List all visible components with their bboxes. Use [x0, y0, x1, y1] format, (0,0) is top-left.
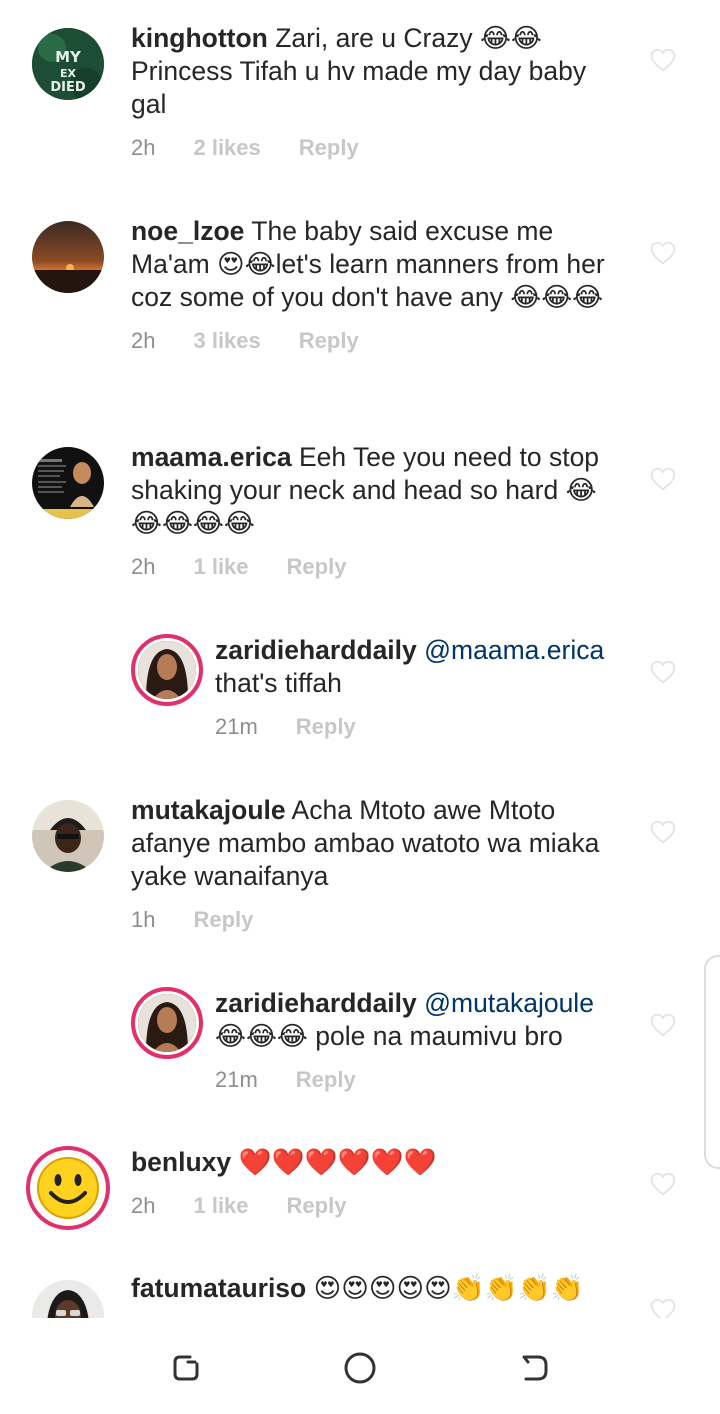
avatar[interactable]: [131, 634, 203, 706]
avatar[interactable]: [131, 987, 203, 1059]
comment-username[interactable]: benluxy: [131, 1147, 231, 1177]
comment-meta: 2h 2 likes Reply: [131, 135, 610, 165]
comment-likes[interactable]: 3 likes: [193, 328, 260, 354]
comment-username[interactable]: fatumatauriso: [131, 1273, 306, 1303]
svg-text:EX: EX: [60, 67, 77, 80]
comment-username[interactable]: mutakajoule: [131, 795, 286, 825]
comment-time: 21m: [215, 714, 258, 739]
avatar-smiley: [33, 1153, 103, 1223]
comment-meta: 2h 1 like Reply: [131, 554, 610, 584]
reply-button[interactable]: Reply: [299, 328, 359, 354]
comment-text: zaridieharddaily @mutakajoule 😂😂😂 pole n…: [215, 987, 610, 1053]
comment-meta: 21m Reply: [215, 714, 610, 744]
heart-outline-icon[interactable]: [650, 1172, 676, 1196]
comment-likes[interactable]: 2 likes: [193, 135, 260, 161]
comment-content: 😍😍😍😍😍👏👏👏👏: [313, 1273, 584, 1303]
svg-text:MY: MY: [55, 48, 82, 66]
comment-meta: 2h 3 likes Reply: [131, 328, 610, 358]
svg-text:DIED: DIED: [50, 80, 86, 95]
avatar-maama-erica: [32, 447, 104, 519]
mention-link[interactable]: @maama.erica: [424, 635, 604, 665]
reply-button[interactable]: Reply: [287, 1193, 347, 1219]
comment-time: 1h: [131, 907, 156, 932]
comment-time: 2h: [131, 135, 156, 160]
avatar-zari: [138, 994, 196, 1052]
comment-body: mutakajoule Acha Mtoto awe Mtoto afanye …: [131, 794, 610, 937]
reply-button[interactable]: Reply: [299, 135, 359, 161]
recent-apps-icon[interactable]: [168, 1350, 204, 1386]
comment-content: 😂😂😂 pole na maumivu bro: [215, 1021, 563, 1051]
comment-text: noe_lzoe The baby said excuse me Ma'am 😍…: [131, 215, 610, 314]
comment-content: that's tiffah: [215, 668, 342, 698]
heart-outline-icon[interactable]: [650, 1013, 676, 1037]
heart-outline-icon[interactable]: [650, 1298, 676, 1318]
comment-text: mutakajoule Acha Mtoto awe Mtoto afanye …: [131, 794, 610, 893]
navigation-bar: [0, 1318, 720, 1414]
comment-time: 2h: [131, 1193, 156, 1218]
comment-username[interactable]: noe_lzoe: [131, 216, 244, 246]
comment-body: kinghotton Zari, are u Crazy 😂😂 Princess…: [131, 22, 610, 165]
comments-screen: MY EX DIED kinghotton Zari, are u Crazy …: [0, 0, 720, 1414]
heart-outline-icon[interactable]: [650, 467, 676, 491]
comment-likes[interactable]: 1 like: [193, 1193, 248, 1219]
comment-body: zaridieharddaily @maama.erica that's tif…: [215, 634, 610, 744]
avatar[interactable]: [26, 1146, 110, 1230]
comment-username[interactable]: kinghotton: [131, 23, 268, 53]
comment-body: noe_lzoe The baby said excuse me Ma'am 😍…: [131, 215, 610, 358]
comment-text: maama.erica Eeh Tee you need to stop sha…: [131, 441, 610, 540]
comment-username[interactable]: maama.erica: [131, 442, 292, 472]
comment-body: zaridieharddaily @mutakajoule 😂😂😂 pole n…: [215, 987, 610, 1097]
comment-time: 2h: [131, 554, 156, 579]
back-icon[interactable]: [516, 1350, 552, 1386]
comment-text: zaridieharddaily @maama.erica that's tif…: [215, 634, 610, 700]
edge-panel-handle[interactable]: [704, 955, 720, 1169]
avatar[interactable]: [32, 221, 104, 293]
heart-outline-icon[interactable]: [650, 48, 676, 72]
comment-meta: 1h Reply: [131, 907, 610, 937]
heart-outline-icon[interactable]: [650, 241, 676, 265]
avatar[interactable]: [32, 800, 104, 872]
comment-text: kinghotton Zari, are u Crazy 😂😂 Princess…: [131, 22, 610, 121]
comment-body: benluxy ❤️❤️❤️❤️❤️❤️ 2h 1 like Reply: [131, 1146, 610, 1223]
comment-text: benluxy ❤️❤️❤️❤️❤️❤️: [131, 1146, 610, 1179]
comment-body: maama.erica Eeh Tee you need to stop sha…: [131, 441, 610, 584]
avatar[interactable]: [32, 1280, 104, 1318]
comment-meta: 2h 1 like Reply: [131, 1193, 610, 1223]
reply-button[interactable]: Reply: [296, 1067, 356, 1093]
avatar-fatuma: [32, 1280, 104, 1318]
avatar-mutakajoule: [32, 800, 104, 872]
comment-likes[interactable]: 1 like: [193, 554, 248, 580]
avatar[interactable]: MY EX DIED: [32, 28, 104, 100]
avatar-sunset: [32, 221, 104, 293]
mention-link[interactable]: @mutakajoule: [424, 988, 594, 1018]
comment-meta: 21m Reply: [215, 1067, 610, 1097]
home-circle-icon[interactable]: [342, 1350, 378, 1386]
comment-username[interactable]: zaridieharddaily: [215, 635, 417, 665]
comment-username[interactable]: zaridieharddaily: [215, 988, 417, 1018]
reply-button[interactable]: Reply: [287, 554, 347, 580]
comment-content: ❤️❤️❤️❤️❤️❤️: [238, 1147, 437, 1177]
reply-button[interactable]: Reply: [193, 907, 253, 933]
avatar-zari: [138, 641, 196, 699]
comment-time: 21m: [215, 1067, 258, 1092]
avatar-kinghotton: MY EX DIED: [32, 28, 104, 100]
comment-time: 2h: [131, 328, 156, 353]
comment-text: fatumatauriso 😍😍😍😍😍👏👏👏👏: [131, 1272, 610, 1305]
comments-list[interactable]: MY EX DIED kinghotton Zari, are u Crazy …: [0, 0, 720, 1318]
heart-outline-icon[interactable]: [650, 660, 676, 684]
avatar[interactable]: [32, 447, 104, 519]
comment-body: fatumatauriso 😍😍😍😍😍👏👏👏👏: [131, 1272, 610, 1305]
reply-button[interactable]: Reply: [296, 714, 356, 740]
heart-outline-icon[interactable]: [650, 820, 676, 844]
